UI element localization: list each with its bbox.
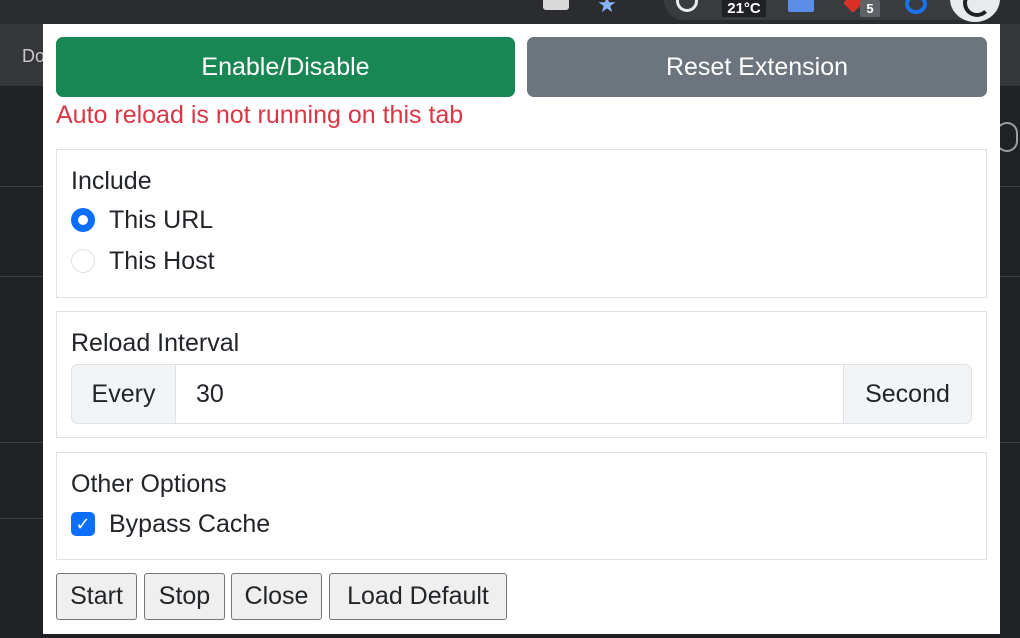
bypass-cache-checkbox[interactable]: ✓ [71,512,95,536]
other-options-title: Other Options [71,470,227,498]
divider [0,518,44,519]
cast-icon[interactable] [543,0,569,10]
interval-input[interactable]: 30 [176,364,843,424]
radio-this-url[interactable] [71,208,95,232]
reload-interval-title: Reload Interval [71,329,240,357]
bypass-cache-label: Bypass Cache [109,509,271,538]
divider [1000,442,1020,443]
enable-disable-button[interactable]: Enable/Disable [56,37,515,97]
stop-button[interactable]: Stop [144,573,225,620]
bypass-cache-option[interactable]: ✓ Bypass Cache [71,509,270,539]
browser-toolbar: ★ 21°C 5 [0,0,1020,24]
interval-input-group: Every 30 Second [71,364,972,424]
option-label: This URL [109,205,214,234]
divider [0,276,44,277]
close-button[interactable]: Close [231,573,322,620]
bookmark-star-icon[interactable]: ★ [594,0,620,16]
radio-this-host[interactable] [71,249,95,273]
divider [0,442,44,443]
start-button[interactable]: Start [56,573,137,620]
include-option-this-url[interactable]: This URL [71,205,213,235]
notification-badge: 5 [860,0,880,17]
option-label: This Host [109,246,215,275]
extensions-area [664,0,994,20]
reset-extension-button[interactable]: Reset Extension [527,37,987,97]
load-default-button[interactable]: Load Default [329,573,507,620]
bookmark-item[interactable]: Do [22,46,45,67]
reload-interval-card: Reload Interval Every 30 Second [56,311,987,438]
extension-popup: Enable/Disable Reset Extension Auto relo… [43,24,1000,634]
divider [1000,186,1020,187]
every-label: Every [71,364,176,424]
other-options-card: Other Options ✓ Bypass Cache [56,452,987,560]
status-message: Auto reload is not running on this tab [56,101,464,129]
include-card: Include This URL This Host [56,149,987,298]
divider [0,186,44,187]
divider [1000,276,1020,277]
extension-blue-icon[interactable] [788,0,814,12]
include-title: Include [71,167,152,195]
interval-unit-select[interactable]: Second [843,364,972,424]
weather-icon[interactable]: 21°C [722,0,766,17]
include-option-this-host[interactable]: This Host [71,246,215,276]
